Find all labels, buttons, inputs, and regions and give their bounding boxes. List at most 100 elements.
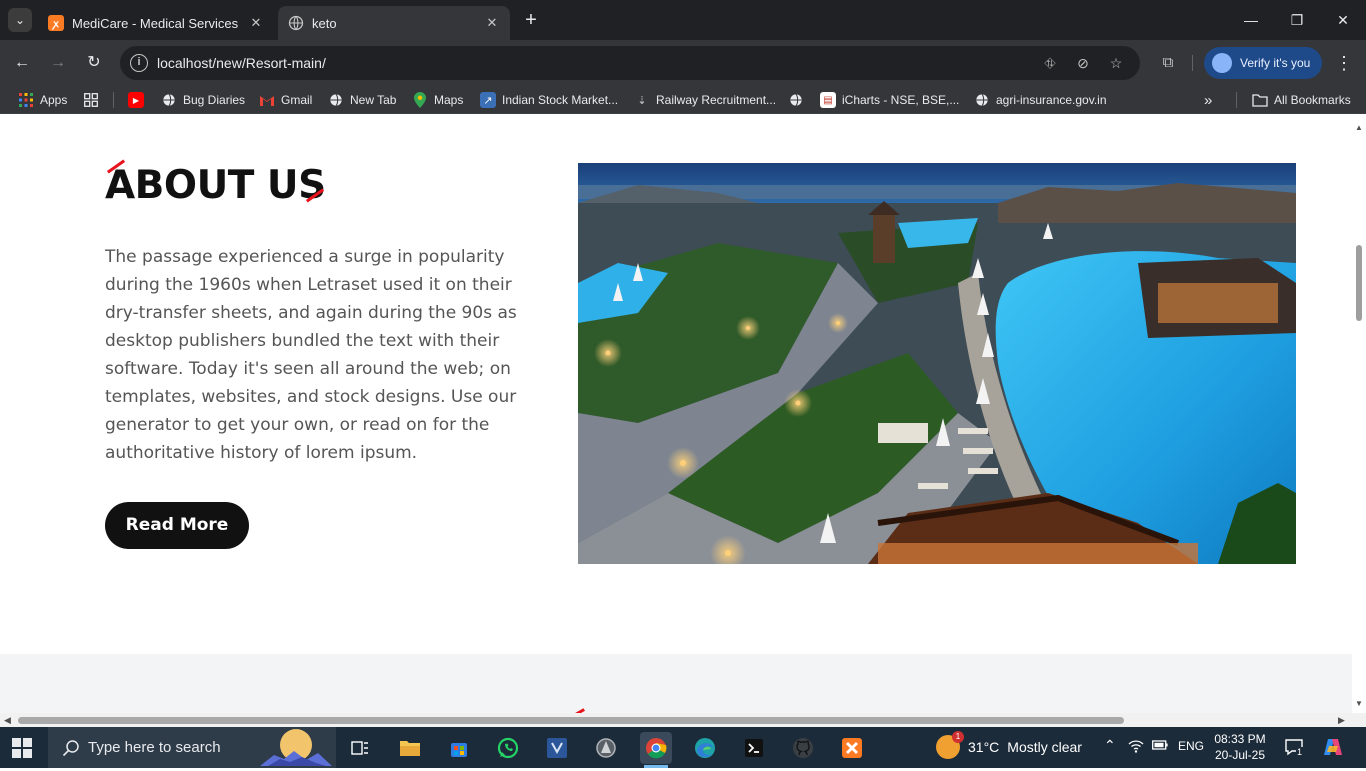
clock-date: 20-Jul-25 — [1214, 748, 1266, 762]
resort-image — [578, 163, 1296, 564]
maps-icon — [412, 92, 428, 108]
tab-strip: ⌄ ꭗ MediCare - Medical Services ✕ keto ✕… — [0, 0, 1366, 40]
url-text[interactable]: localhost/new/Resort-main/ — [157, 55, 326, 71]
apps-grid-icon — [18, 92, 34, 108]
next-section-band — [0, 654, 1352, 713]
close-window-button[interactable]: ✕ — [1320, 0, 1366, 40]
tab-medicare[interactable]: ꭗ MediCare - Medical Services ✕ — [38, 6, 274, 40]
forward-button[interactable]: → — [46, 51, 70, 75]
horizontal-scrollbar[interactable]: ◀ ▶ — [0, 713, 1366, 727]
windows-taskbar: Type here to search 1 31°C Mostly clear … — [0, 727, 1366, 768]
translate-icon[interactable]: ⛗ — [1040, 53, 1060, 73]
notification-count: 1 — [1296, 747, 1304, 757]
chrome-icon[interactable] — [640, 732, 672, 768]
reload-button[interactable]: ↻ — [82, 51, 106, 75]
page-viewport: ABOUT US The passage experienced a surge… — [0, 121, 1352, 713]
taskbar-clock[interactable]: 08:33 PM 20-Jul-25 — [1210, 731, 1270, 763]
notifications-icon[interactable]: 1 — [1284, 737, 1304, 760]
globe-icon — [161, 92, 177, 108]
edge-icon[interactable] — [689, 732, 721, 764]
back-button[interactable]: ← — [10, 51, 34, 75]
tab-title: keto — [312, 15, 337, 31]
scrollbar-thumb[interactable] — [18, 717, 1124, 724]
globe-icon — [288, 15, 304, 31]
app-icon[interactable] — [590, 732, 622, 764]
scroll-left-arrow-icon[interactable]: ◀ — [4, 715, 11, 726]
new-tab-button[interactable]: + — [520, 9, 542, 31]
weather-temp: 31°C — [968, 739, 1000, 755]
bookmark-new-tab[interactable]: New Tab — [328, 90, 396, 110]
globe-icon — [974, 92, 990, 108]
windows-start-icon[interactable] — [12, 738, 32, 758]
scrollbar-thumb[interactable] — [1356, 245, 1362, 321]
eye-off-icon[interactable]: ⊘ — [1073, 53, 1093, 73]
search-icon — [62, 739, 80, 757]
tab-keto[interactable]: keto ✕ — [278, 6, 510, 40]
vertical-scrollbar[interactable]: ▲ ▼ — [1352, 121, 1366, 713]
language-indicator[interactable]: ENG — [1178, 739, 1204, 753]
all-bookmarks-button[interactable]: All Bookmarks — [1252, 90, 1351, 110]
more-bookmarks-chevron-icon[interactable]: » — [1204, 90, 1212, 110]
bookmark-indian-stock-market[interactable]: ↗ Indian Stock Market... — [480, 90, 618, 110]
bookmark-tab-groups[interactable] — [83, 90, 105, 110]
youtube-icon: ▶ — [128, 92, 144, 108]
bookmark-gmail[interactable]: Gmail — [259, 90, 312, 110]
bookmarks-bar: Apps ▶ Bug Diaries Gmail New Tab Maps ↗ … — [0, 86, 1366, 114]
minimize-button[interactable]: — — [1228, 0, 1274, 40]
bookmark-divider — [113, 92, 114, 108]
show-hidden-icons-chevron-icon[interactable]: ⌃ — [1104, 737, 1116, 754]
weather-moon-icon: 1 — [936, 731, 964, 759]
github-icon[interactable] — [787, 732, 819, 764]
read-more-button[interactable]: Read More — [105, 502, 249, 549]
scroll-up-arrow-icon[interactable]: ▲ — [1355, 123, 1363, 132]
about-paragraph: The passage experienced a surge in popul… — [105, 247, 517, 463]
stock-icon: ↗ — [480, 92, 496, 108]
battery-icon[interactable] — [1152, 739, 1168, 754]
xampp-icon[interactable] — [836, 732, 868, 764]
tab-search-chevron-icon[interactable]: ⌄ — [8, 8, 32, 32]
railway-icon: ⇣ — [637, 94, 647, 107]
search-highlight-icon — [260, 729, 332, 766]
toolbar-divider — [1192, 55, 1193, 71]
avatar — [1212, 53, 1232, 73]
bookmark-star-icon[interactable]: ☆ — [1106, 53, 1126, 73]
file-explorer-icon[interactable] — [394, 732, 426, 764]
globe-icon — [328, 92, 344, 108]
tab-title: MediCare - Medical Services — [72, 15, 239, 31]
terminal-icon[interactable] — [738, 732, 770, 764]
profile-button[interactable]: Verify it's you — [1204, 47, 1322, 79]
bookmark-apps[interactable]: Apps — [18, 90, 67, 110]
gmail-icon — [259, 92, 275, 108]
address-bar[interactable]: i localhost/new/Resort-main/ ⛗ ⊘ ☆ — [120, 46, 1140, 80]
globe-icon — [788, 92, 804, 108]
bookmark-bug-diaries[interactable]: Bug Diaries — [161, 90, 245, 110]
copilot-icon[interactable] — [1322, 736, 1344, 761]
profile-button-label: Verify it's you — [1240, 56, 1311, 70]
bookmark-icharts[interactable]: ▤ iCharts - NSE, BSE,... — [820, 90, 959, 110]
close-tab-icon[interactable]: ✕ — [484, 15, 500, 31]
wifi-icon[interactable] — [1128, 739, 1144, 756]
xampp-icon: ꭗ — [48, 15, 64, 31]
close-tab-icon[interactable]: ✕ — [248, 15, 264, 31]
site-info-icon[interactable]: i — [130, 54, 148, 72]
bookmark-divider — [1236, 92, 1237, 108]
scroll-right-arrow-icon[interactable]: ▶ — [1338, 715, 1345, 726]
scroll-down-arrow-icon[interactable]: ▼ — [1355, 699, 1363, 708]
extensions-icon[interactable]: ⧉ — [1156, 51, 1180, 75]
bookmark-youtube[interactable]: ▶ — [128, 90, 150, 110]
vscode-icon[interactable] — [541, 732, 573, 764]
search-placeholder: Type here to search — [88, 739, 221, 756]
more-menu-icon[interactable]: ⋮ — [1332, 51, 1356, 75]
bookmark-maps[interactable]: Maps — [412, 90, 463, 110]
clock-time: 08:33 PM — [1214, 732, 1266, 746]
bookmark-railway-recruitment[interactable]: ⇣ Railway Recruitment... — [634, 90, 776, 110]
page-title: ABOUT US — [105, 163, 326, 208]
restore-button[interactable]: ❐ — [1274, 0, 1320, 40]
weather-widget[interactable]: 1 31°C Mostly clear — [936, 731, 1082, 759]
bookmark-agri-insurance[interactable]: agri-insurance.gov.in — [974, 90, 1107, 110]
task-view-icon[interactable] — [344, 732, 376, 764]
store-icon[interactable] — [443, 732, 475, 764]
whatsapp-icon[interactable] — [492, 732, 524, 764]
bookmark-globe[interactable] — [788, 90, 810, 110]
folder-icon — [1252, 92, 1268, 108]
